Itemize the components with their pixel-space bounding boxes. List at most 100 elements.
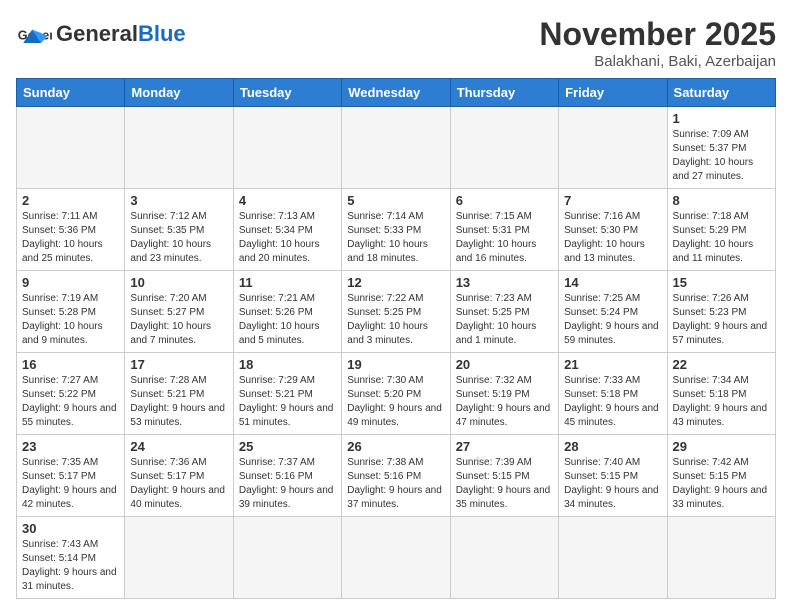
calendar-cell: 9Sunrise: 7:19 AM Sunset: 5:28 PM Daylig… — [17, 271, 125, 353]
calendar-cell: 2 Sunrise: 7:11 AM Sunset: 5:36 PM Daylig… — [17, 189, 125, 271]
day-info: Sunrise: 7:29 AM Sunset: 5:21 PM Dayligh… — [239, 374, 336, 430]
calendar-cell — [125, 107, 233, 189]
weekday-header-friday: Friday — [559, 79, 667, 107]
day-number: 28 — [564, 439, 661, 454]
day-info: Sunrise: 7:34 AM Sunset: 5:18 PM Dayligh… — [673, 374, 770, 430]
calendar-cell: 8Sunrise: 7:18 AM Sunset: 5:29 PM Daylig… — [667, 189, 775, 271]
calendar-cell: 10Sunrise: 7:20 AM Sunset: 5:27 PM Dayli… — [125, 271, 233, 353]
calendar-cell — [125, 517, 233, 599]
day-info: Sunrise: 7:39 AM Sunset: 5:15 PM Dayligh… — [456, 456, 553, 512]
calendar-cell: 29 Sunrise: 7:42 AM Sunset: 5:15 PM Dayli… — [667, 435, 775, 517]
day-info: Sunrise: 7:11 AM Sunset: 5:36 PM Dayligh… — [22, 210, 119, 266]
day-info: Sunrise: 7:43 AM Sunset: 5:14 PM Dayligh… — [22, 538, 119, 594]
day-info: Sunrise: 7:25 AM Sunset: 5:24 PM Dayligh… — [564, 292, 661, 348]
calendar-cell: 13Sunrise: 7:23 AM Sunset: 5:25 PM Dayli… — [450, 271, 558, 353]
calendar-cell: 1Sunrise: 7:09 AM Sunset: 5:37 PM Daylig… — [667, 107, 775, 189]
day-number: 29 — [673, 439, 770, 454]
day-number: 23 — [22, 439, 119, 454]
calendar-cell: 30 Sunrise: 7:43 AM Sunset: 5:14 PM Dayli… — [17, 517, 125, 599]
day-number: 26 — [347, 439, 444, 454]
logo-icon: General — [16, 16, 52, 52]
day-number: 20 — [456, 357, 553, 372]
calendar-cell: 24Sunrise: 7:36 AM Sunset: 5:17 PM Dayli… — [125, 435, 233, 517]
day-number: 9 — [22, 275, 119, 290]
day-number: 25 — [239, 439, 336, 454]
day-info: Sunrise: 7:22 AM Sunset: 5:25 PM Dayligh… — [347, 292, 444, 348]
day-info: Sunrise: 7:28 AM Sunset: 5:21 PM Dayligh… — [130, 374, 227, 430]
day-info: Sunrise: 7:12 AM Sunset: 5:35 PM Dayligh… — [130, 210, 227, 266]
weekday-header-thursday: Thursday — [450, 79, 558, 107]
calendar-cell — [342, 517, 450, 599]
day-number: 19 — [347, 357, 444, 372]
calendar-cell: 7Sunrise: 7:16 AM Sunset: 5:30 PM Daylig… — [559, 189, 667, 271]
weekday-header-sunday: Sunday — [17, 79, 125, 107]
title-area: November 2025 Balakhani, Baki, Azerbaija… — [539, 16, 776, 70]
page-header: General GeneralBlue November 2025 Balakh… — [16, 16, 776, 70]
weekday-header-wednesday: Wednesday — [342, 79, 450, 107]
day-number: 12 — [347, 275, 444, 290]
day-number: 16 — [22, 357, 119, 372]
calendar-cell — [450, 107, 558, 189]
day-number: 22 — [673, 357, 770, 372]
day-info: Sunrise: 7:30 AM Sunset: 5:20 PM Dayligh… — [347, 374, 444, 430]
calendar-cell — [450, 517, 558, 599]
calendar-cell: 17 Sunrise: 7:28 AM Sunset: 5:21 PM Dayli… — [125, 353, 233, 435]
day-number: 2 — [22, 193, 119, 208]
logo: General GeneralBlue — [16, 16, 186, 52]
month-year-title: November 2025 — [539, 16, 776, 53]
calendar-week-row: 30 Sunrise: 7:43 AM Sunset: 5:14 PM Dayli… — [17, 517, 776, 599]
day-info: Sunrise: 7:36 AM Sunset: 5:17 PM Dayligh… — [130, 456, 227, 512]
calendar-cell — [667, 517, 775, 599]
day-number: 15 — [673, 275, 770, 290]
calendar-cell: 16 Sunrise: 7:27 AM Sunset: 5:22 PM Dayli… — [17, 353, 125, 435]
day-number: 30 — [22, 521, 119, 536]
calendar-cell: 28Sunrise: 7:40 AM Sunset: 5:15 PM Dayli… — [559, 435, 667, 517]
calendar-cell: 27 Sunrise: 7:39 AM Sunset: 5:15 PM Dayli… — [450, 435, 558, 517]
day-info: Sunrise: 7:42 AM Sunset: 5:15 PM Dayligh… — [673, 456, 770, 512]
day-number: 18 — [239, 357, 336, 372]
day-info: Sunrise: 7:14 AM Sunset: 5:33 PM Dayligh… — [347, 210, 444, 266]
logo-text: GeneralBlue — [56, 23, 186, 45]
day-number: 17 — [130, 357, 227, 372]
calendar-week-row: 2 Sunrise: 7:11 AM Sunset: 5:36 PM Daylig… — [17, 189, 776, 271]
weekday-header-tuesday: Tuesday — [233, 79, 341, 107]
calendar-cell: 22 Sunrise: 7:34 AM Sunset: 5:18 PM Dayli… — [667, 353, 775, 435]
calendar-cell — [342, 107, 450, 189]
day-number: 10 — [130, 275, 227, 290]
day-number: 27 — [456, 439, 553, 454]
day-info: Sunrise: 7:38 AM Sunset: 5:16 PM Dayligh… — [347, 456, 444, 512]
calendar-cell: 25 Sunrise: 7:37 AM Sunset: 5:16 PM Dayli… — [233, 435, 341, 517]
day-number: 11 — [239, 275, 336, 290]
calendar-cell: 14Sunrise: 7:25 AM Sunset: 5:24 PM Dayli… — [559, 271, 667, 353]
calendar-table: SundayMondayTuesdayWednesdayThursdayFrid… — [16, 78, 776, 599]
location-subtitle: Balakhani, Baki, Azerbaijan — [539, 53, 776, 70]
day-number: 13 — [456, 275, 553, 290]
day-info: Sunrise: 7:32 AM Sunset: 5:19 PM Dayligh… — [456, 374, 553, 430]
weekday-header-saturday: Saturday — [667, 79, 775, 107]
calendar-cell: 19 Sunrise: 7:30 AM Sunset: 5:20 PM Dayli… — [342, 353, 450, 435]
calendar-cell: 3 Sunrise: 7:12 AM Sunset: 5:35 PM Daylig… — [125, 189, 233, 271]
calendar-cell: 5Sunrise: 7:14 AM Sunset: 5:33 PM Daylig… — [342, 189, 450, 271]
day-info: Sunrise: 7:27 AM Sunset: 5:22 PM Dayligh… — [22, 374, 119, 430]
calendar-week-row: 1Sunrise: 7:09 AM Sunset: 5:37 PM Daylig… — [17, 107, 776, 189]
day-info: Sunrise: 7:15 AM Sunset: 5:31 PM Dayligh… — [456, 210, 553, 266]
calendar-cell — [233, 517, 341, 599]
calendar-cell — [17, 107, 125, 189]
calendar-cell: 21Sunrise: 7:33 AM Sunset: 5:18 PM Dayli… — [559, 353, 667, 435]
calendar-cell: 15 Sunrise: 7:26 AM Sunset: 5:23 PM Dayli… — [667, 271, 775, 353]
day-number: 21 — [564, 357, 661, 372]
day-number: 6 — [456, 193, 553, 208]
day-info: Sunrise: 7:09 AM Sunset: 5:37 PM Dayligh… — [673, 128, 770, 184]
day-info: Sunrise: 7:37 AM Sunset: 5:16 PM Dayligh… — [239, 456, 336, 512]
calendar-cell: 4Sunrise: 7:13 AM Sunset: 5:34 PM Daylig… — [233, 189, 341, 271]
calendar-week-row: 9Sunrise: 7:19 AM Sunset: 5:28 PM Daylig… — [17, 271, 776, 353]
calendar-cell — [233, 107, 341, 189]
day-number: 3 — [130, 193, 227, 208]
day-info: Sunrise: 7:35 AM Sunset: 5:17 PM Dayligh… — [22, 456, 119, 512]
calendar-cell: 6 Sunrise: 7:15 AM Sunset: 5:31 PM Daylig… — [450, 189, 558, 271]
calendar-cell: 12 Sunrise: 7:22 AM Sunset: 5:25 PM Dayli… — [342, 271, 450, 353]
day-number: 8 — [673, 193, 770, 208]
day-info: Sunrise: 7:26 AM Sunset: 5:23 PM Dayligh… — [673, 292, 770, 348]
calendar-cell — [559, 107, 667, 189]
calendar-cell: 18 Sunrise: 7:29 AM Sunset: 5:21 PM Dayli… — [233, 353, 341, 435]
